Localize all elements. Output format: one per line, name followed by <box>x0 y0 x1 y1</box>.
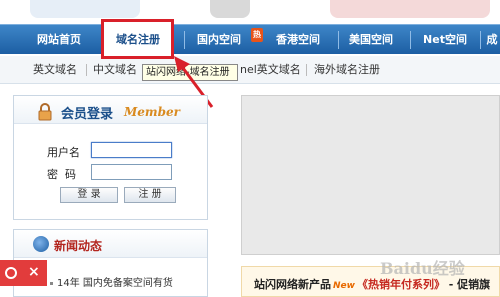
sub-nav: 英文域名 中文域名 nel英文域名 海外域名注册 <box>0 56 500 84</box>
news-item[interactable]: 14年 国内免备案空间有货 <box>50 274 173 289</box>
promo-prefix: 站闪网络新产品 <box>254 278 331 291</box>
main-nav: 网站首页 域名注册 国内空间 热 香港空间 美国空间 Net空间 成 <box>0 23 500 55</box>
nav-item-home[interactable]: 网站首页 <box>16 25 102 55</box>
floating-widget[interactable]: × <box>0 260 47 286</box>
password-label: 密 码 <box>47 168 76 181</box>
subnav-item-chinese-domain[interactable]: 中文域名 <box>93 56 137 84</box>
login-panel: 会员登录 Member 用户名 密 码 登 录 注 册 <box>13 95 208 220</box>
nav-divider <box>410 31 411 49</box>
banner-area <box>241 95 500 255</box>
register-button[interactable]: 注 册 <box>124 187 176 203</box>
news-header: 新闻动态 <box>14 230 207 258</box>
nav-divider <box>480 31 481 49</box>
top-strip <box>0 0 500 24</box>
globe-icon <box>33 236 49 252</box>
close-icon[interactable]: × <box>28 264 40 280</box>
login-title: 会员登录 <box>61 107 114 122</box>
lock-icon <box>38 103 52 121</box>
highlight-box <box>101 19 174 59</box>
subnav-item-english-domain[interactable]: 英文域名 <box>33 56 77 84</box>
nav-item-hk-hosting[interactable]: 香港空间 <box>264 25 332 55</box>
subnav-divider <box>86 64 87 76</box>
login-button[interactable]: 登 录 <box>60 187 118 203</box>
username-input[interactable] <box>91 142 172 158</box>
subnav-divider <box>306 64 307 76</box>
promo-highlight: 《热销年付系列》 <box>356 278 445 291</box>
bullet-icon <box>50 281 53 285</box>
nav-divider <box>338 31 339 49</box>
decoration <box>30 0 140 18</box>
nav-item-more[interactable]: 成 <box>484 25 500 55</box>
subnav-item-overseas-domain[interactable]: 海外域名注册 <box>314 56 380 84</box>
password-input[interactable] <box>91 164 172 180</box>
target-icon <box>5 267 17 279</box>
subnav-item-nel-domain[interactable]: nel英文域名 <box>240 56 301 84</box>
nav-item-domestic-hosting[interactable]: 国内空间 <box>188 25 250 55</box>
nav-divider <box>184 31 185 49</box>
login-subtitle: Member <box>124 105 180 119</box>
decoration <box>330 0 490 18</box>
nav-item-net-hosting[interactable]: Net空间 <box>414 25 476 55</box>
decoration <box>210 0 250 18</box>
news-item-text: 14年 国内免备案空间有货 <box>57 278 173 289</box>
news-title: 新闻动态 <box>54 239 103 253</box>
hot-badge: 热 <box>251 28 263 42</box>
watermark: Baidu经验 <box>380 259 465 278</box>
new-badge: New <box>333 281 355 291</box>
promo-suffix: - 促销旗 <box>444 278 491 291</box>
nav-item-us-hosting[interactable]: 美国空间 <box>340 25 402 55</box>
login-header: 会员登录 Member <box>14 96 207 124</box>
username-label: 用户名 <box>47 146 80 159</box>
